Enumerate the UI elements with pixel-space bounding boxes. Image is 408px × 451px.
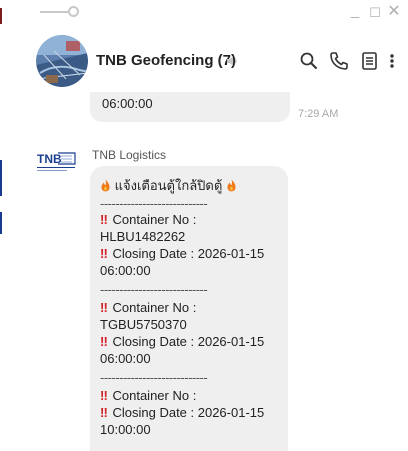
separator: ----------------------------: [100, 370, 208, 385]
phone-icon[interactable]: [328, 50, 350, 72]
minimize-button[interactable]: _: [346, 2, 364, 19]
container-label-line: ‼ Container No :: [100, 299, 196, 316]
notes-icon[interactable]: [359, 50, 381, 72]
more-icon[interactable]: [388, 50, 398, 72]
edge-mark: [0, 212, 2, 234]
fire-icon: [227, 179, 236, 192]
sender-avatar[interactable]: TNB: [37, 150, 77, 176]
alert-icon: ‼: [100, 405, 108, 420]
alert-icon: ‼: [100, 246, 108, 261]
message-timestamp: 7:29 AM: [298, 108, 339, 120]
edge-mark: [0, 160, 2, 196]
closing-time: 10:00:00: [100, 422, 151, 437]
maximize-button[interactable]: ☐: [366, 5, 384, 21]
alert-icon: ‼: [100, 300, 108, 315]
pin-line: [40, 11, 70, 13]
chat-header: TNB Geofencing (7): [0, 30, 408, 92]
container-label-line: ‼ Container No :: [100, 387, 196, 404]
alert-icon: ‼: [100, 212, 108, 227]
fire-icon: [101, 179, 110, 192]
sender-name: TNB Logistics: [92, 148, 167, 162]
mute-icon: [226, 54, 240, 72]
group-avatar[interactable]: [36, 35, 88, 87]
close-button[interactable]: ✕: [385, 1, 403, 21]
closing-date-line: ‼ Closing Date : 2026-01-15: [100, 333, 264, 350]
closing-date: Closing Date : 2026-01-15: [112, 405, 265, 420]
container-label: Container No :: [112, 300, 197, 315]
container-label: Container No :: [112, 212, 197, 227]
alert-icon: ‼: [100, 388, 108, 403]
previous-message-text: 06:00:00: [102, 96, 153, 111]
closing-time: 06:00:00: [100, 351, 151, 366]
chat-title: TNB Geofencing (7): [96, 52, 237, 69]
search-icon[interactable]: [298, 50, 320, 72]
closing-date-line: ‼ Closing Date : 2026-01-15: [100, 404, 264, 421]
container-label-line: ‼ Container No :: [100, 211, 196, 228]
message-title: แจ้งเตือนตู้ใกล้ปิดตู้: [114, 178, 223, 193]
closing-date-line: ‼ Closing Date : 2026-01-15: [100, 245, 264, 262]
closing-time: 06:00:00: [100, 263, 151, 278]
separator: ----------------------------: [100, 196, 208, 211]
container-label: Container No :: [112, 388, 197, 403]
pin-icon[interactable]: [68, 6, 79, 17]
separator: ----------------------------: [100, 282, 208, 297]
message-title-line: แจ้งเตือนตู้ใกล้ปิดตู้: [100, 177, 237, 194]
title-bar: _ ☐ ✕: [0, 0, 408, 30]
alert-icon: ‼: [100, 334, 108, 349]
container-number: TGBU5750370: [100, 317, 187, 332]
closing-date: Closing Date : 2026-01-15: [112, 246, 265, 261]
container-number: HLBU1482262: [100, 229, 186, 244]
closing-date: Closing Date : 2026-01-15: [112, 334, 265, 349]
